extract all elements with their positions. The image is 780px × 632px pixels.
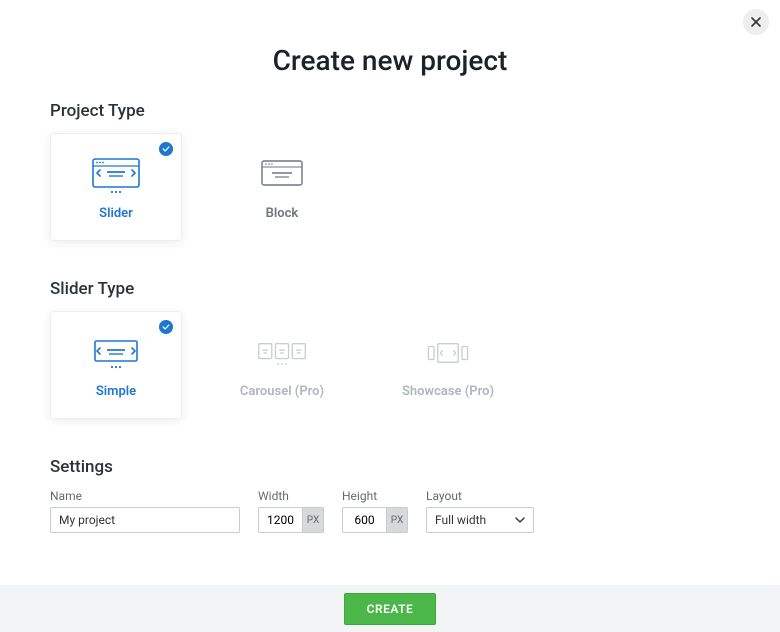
width-input[interactable]: [258, 507, 302, 533]
slider-icon: [89, 154, 143, 196]
field-label: Width: [258, 489, 324, 503]
create-button[interactable]: CREATE: [344, 593, 437, 625]
card-label: Simple: [96, 384, 136, 399]
field-name: Name: [50, 489, 240, 533]
name-input[interactable]: [50, 507, 240, 533]
card-label: Block: [266, 206, 299, 221]
dialog-title: Create new project: [50, 44, 730, 77]
selected-badge: [159, 320, 173, 334]
block-icon: [255, 154, 309, 196]
slider-type-option-carousel: Carousel (Pro): [216, 311, 348, 419]
check-icon: [162, 323, 170, 331]
settings-row: Name Width PX Height PX Layout Full widt…: [50, 489, 730, 533]
carousel-icon: [255, 332, 309, 374]
close-icon: [751, 17, 761, 27]
layout-select[interactable]: Full width: [426, 507, 534, 533]
project-type-heading: Project Type: [50, 101, 730, 121]
field-height: Height PX: [342, 489, 408, 533]
slider-type-options: Simple Carousel (Pro): [50, 311, 730, 419]
selected-badge: [159, 142, 173, 156]
card-label: Carousel (Pro): [240, 384, 324, 399]
field-label: Name: [50, 489, 240, 503]
card-label: Showcase (Pro): [402, 384, 494, 399]
slider-type-option-showcase: Showcase (Pro): [382, 311, 514, 419]
close-button[interactable]: [743, 9, 769, 35]
field-label: Height: [342, 489, 408, 503]
showcase-icon: [421, 332, 475, 374]
check-icon: [162, 145, 170, 153]
field-width: Width PX: [258, 489, 324, 533]
project-type-option-slider[interactable]: Slider: [50, 133, 182, 241]
unit-px: PX: [386, 507, 408, 533]
height-input[interactable]: [342, 507, 386, 533]
settings-heading: Settings: [50, 457, 730, 477]
dialog-footer: CREATE: [0, 585, 780, 632]
field-layout: Layout Full width: [426, 489, 534, 533]
create-project-dialog: Create new project Project Type Slid: [0, 0, 780, 533]
project-type-options: Slider Block: [50, 133, 730, 241]
simple-slider-icon: [89, 332, 143, 374]
slider-type-option-simple[interactable]: Simple: [50, 311, 182, 419]
unit-px: PX: [302, 507, 324, 533]
card-label: Slider: [99, 206, 133, 221]
layout-select-value: Full width: [435, 513, 486, 527]
chevron-down-icon: [515, 517, 525, 523]
project-type-option-block[interactable]: Block: [216, 133, 348, 241]
slider-type-heading: Slider Type: [50, 279, 730, 299]
field-label: Layout: [426, 489, 534, 503]
